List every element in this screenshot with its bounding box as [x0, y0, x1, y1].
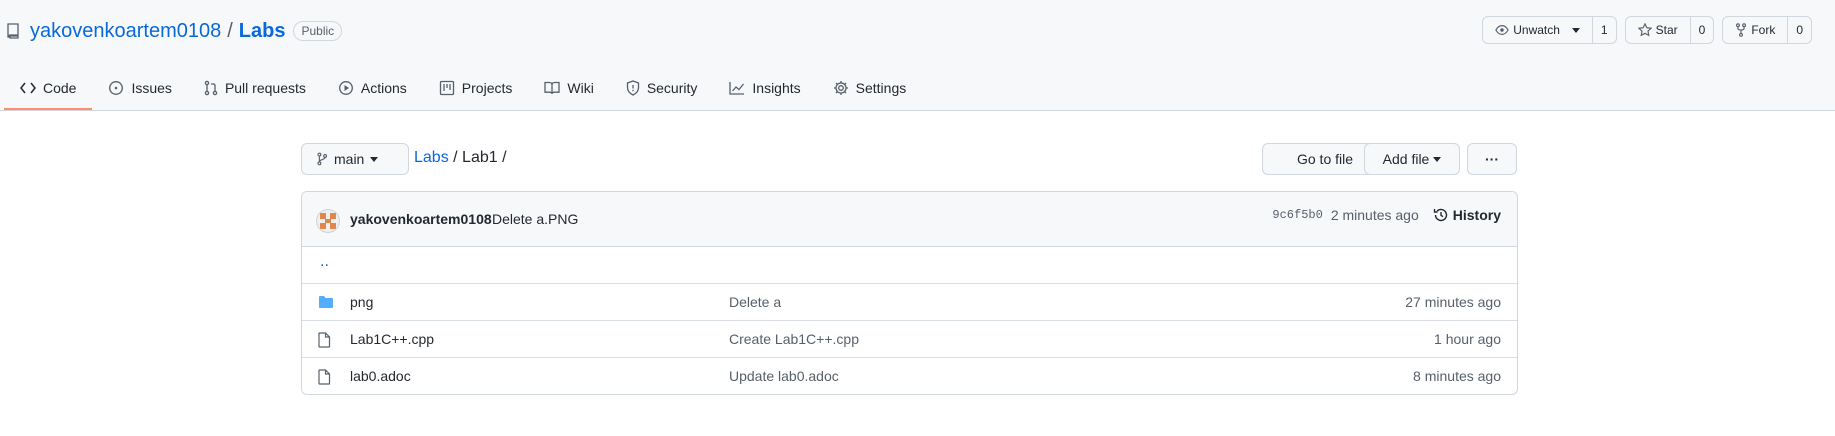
repo-name-link[interactable]: Labs: [239, 20, 286, 43]
repo-owner-link[interactable]: yakovenkoartem0108: [30, 20, 221, 43]
commit-sha-link[interactable]: 9c6f5b0: [1272, 208, 1322, 222]
tab-wiki-label: Wiki: [567, 80, 594, 96]
book-icon: [544, 81, 561, 95]
file-age: 27 minutes ago: [1405, 294, 1501, 310]
file-commit-message-link[interactable]: Delete a: [729, 294, 781, 310]
tab-insights[interactable]: Insights: [713, 66, 816, 110]
stars-count[interactable]: 0: [1691, 17, 1714, 43]
history-label: History: [1452, 207, 1501, 223]
issue-icon: [108, 80, 124, 96]
tab-issues-label: Issues: [131, 80, 172, 96]
tab-actions[interactable]: Actions: [322, 66, 423, 110]
visibility-badge: Public: [293, 21, 343, 41]
repo-header: yakovenkoartem0108 / Labs Public Unwatch…: [0, 0, 1835, 111]
go-to-file-label: Go to file: [1296, 151, 1354, 167]
more-options-button[interactable]: ···: [1467, 143, 1517, 175]
tab-wiki[interactable]: Wiki: [528, 66, 609, 110]
tab-issues[interactable]: Issues: [92, 66, 187, 110]
repo-title: yakovenkoartem0108 / Labs Public: [6, 19, 343, 43]
star-label: Star: [1655, 23, 1678, 37]
star-button[interactable]: Star: [1626, 17, 1691, 43]
tab-actions-label: Actions: [360, 80, 407, 96]
chevron-down-icon: [370, 156, 379, 162]
graph-icon: [729, 81, 745, 95]
chevron-down-icon: [1433, 156, 1442, 162]
branch-select-button[interactable]: main: [301, 143, 409, 175]
latest-commit-bar: yakovenkoartem0108 Delete a.PNG 9c6f5b0 …: [302, 192, 1517, 247]
eye-icon: [1495, 24, 1510, 36]
avatar[interactable]: [316, 209, 340, 233]
table-row[interactable]: png Delete a 27 minutes ago: [302, 283, 1517, 320]
tab-security[interactable]: Security: [610, 66, 714, 110]
project-icon: [439, 80, 455, 96]
tab-code[interactable]: Code: [4, 66, 93, 110]
commit-message-link[interactable]: Delete a.PNG: [492, 211, 578, 227]
shield-icon: [626, 80, 640, 96]
commit-time: 2 minutes ago: [1330, 207, 1419, 223]
file-icon: [318, 332, 331, 348]
tab-settings-label: Settings: [855, 80, 907, 96]
fork-button[interactable]: Fork: [1723, 17, 1789, 43]
tab-pull-requests[interactable]: Pull requests: [188, 66, 322, 110]
more-icon: ···: [1485, 151, 1499, 167]
breadcrumb: Labs / Lab1 /: [414, 149, 507, 167]
gear-icon: [833, 80, 849, 96]
repo-nav-tabs: Code Issues Pull requests Actions Projec…: [4, 66, 922, 110]
tab-projects-label: Projects: [461, 80, 513, 96]
file-commit-message-link[interactable]: Update lab0.adoc: [729, 368, 839, 384]
fork-icon: [1735, 23, 1747, 37]
file-icon: [318, 369, 331, 385]
breadcrumb-repo-link[interactable]: Labs: [414, 149, 449, 166]
add-file-label: Add file: [1382, 151, 1430, 167]
file-age: 1 hour ago: [1434, 331, 1501, 347]
commit-meta: 9c6f5b0 2 minutes ago History: [1272, 207, 1501, 223]
tab-insights-label: Insights: [752, 80, 801, 96]
repo-icon: [6, 23, 20, 39]
parent-directory-row[interactable]: ..: [302, 247, 1517, 283]
history-icon: [1433, 207, 1449, 223]
tab-projects[interactable]: Projects: [423, 66, 529, 110]
file-age: 8 minutes ago: [1413, 368, 1501, 384]
star-icon: [1637, 23, 1652, 37]
forks-count[interactable]: 0: [1788, 17, 1811, 43]
history-link[interactable]: History: [1433, 207, 1501, 223]
table-row[interactable]: lab0.adoc Update lab0.adoc 8 minutes ago: [302, 357, 1517, 394]
tab-code-label: Code: [43, 80, 77, 96]
parent-directory-link[interactable]: ..: [320, 253, 329, 271]
repo-actions: Unwatch 1 Star 0 Fork 0: [1482, 16, 1812, 44]
file-name-link[interactable]: Lab1C++.cpp: [350, 331, 434, 347]
watch-button-group: Unwatch 1: [1482, 16, 1617, 44]
fork-button-group: Fork 0: [1722, 16, 1812, 44]
pull-request-icon: [204, 80, 218, 96]
branch-name: main: [334, 151, 365, 167]
tab-pull-requests-label: Pull requests: [224, 80, 306, 96]
file-name-link[interactable]: lab0.adoc: [350, 368, 411, 384]
breadcrumb-path: / Lab1 /: [448, 149, 507, 166]
commit-author-link[interactable]: yakovenkoartem0108: [350, 211, 492, 227]
fork-label: Fork: [1751, 23, 1776, 37]
file-navigation: main Labs / Lab1 / Go to file Add file ·…: [301, 143, 1517, 175]
chevron-down-icon: [1571, 27, 1580, 33]
code-icon: [20, 82, 36, 94]
file-commit-message-link[interactable]: Create Lab1C++.cpp: [729, 331, 859, 347]
unwatch-button[interactable]: Unwatch: [1483, 17, 1593, 43]
tab-security-label: Security: [646, 80, 698, 96]
branch-icon: [316, 152, 328, 166]
add-file-button[interactable]: Add file: [1364, 143, 1460, 175]
tab-settings[interactable]: Settings: [817, 66, 923, 110]
table-row[interactable]: Lab1C++.cpp Create Lab1C++.cpp 1 hour ag…: [302, 320, 1517, 357]
star-button-group: Star 0: [1624, 16, 1715, 44]
unwatch-label: Unwatch: [1513, 23, 1560, 37]
watchers-count[interactable]: 1: [1593, 17, 1616, 43]
repo-title-separator: /: [227, 19, 233, 42]
file-name-link[interactable]: png: [350, 294, 373, 310]
play-icon: [338, 80, 354, 96]
file-list: yakovenkoartem0108 Delete a.PNG 9c6f5b0 …: [301, 191, 1518, 395]
folder-icon: [318, 295, 334, 309]
